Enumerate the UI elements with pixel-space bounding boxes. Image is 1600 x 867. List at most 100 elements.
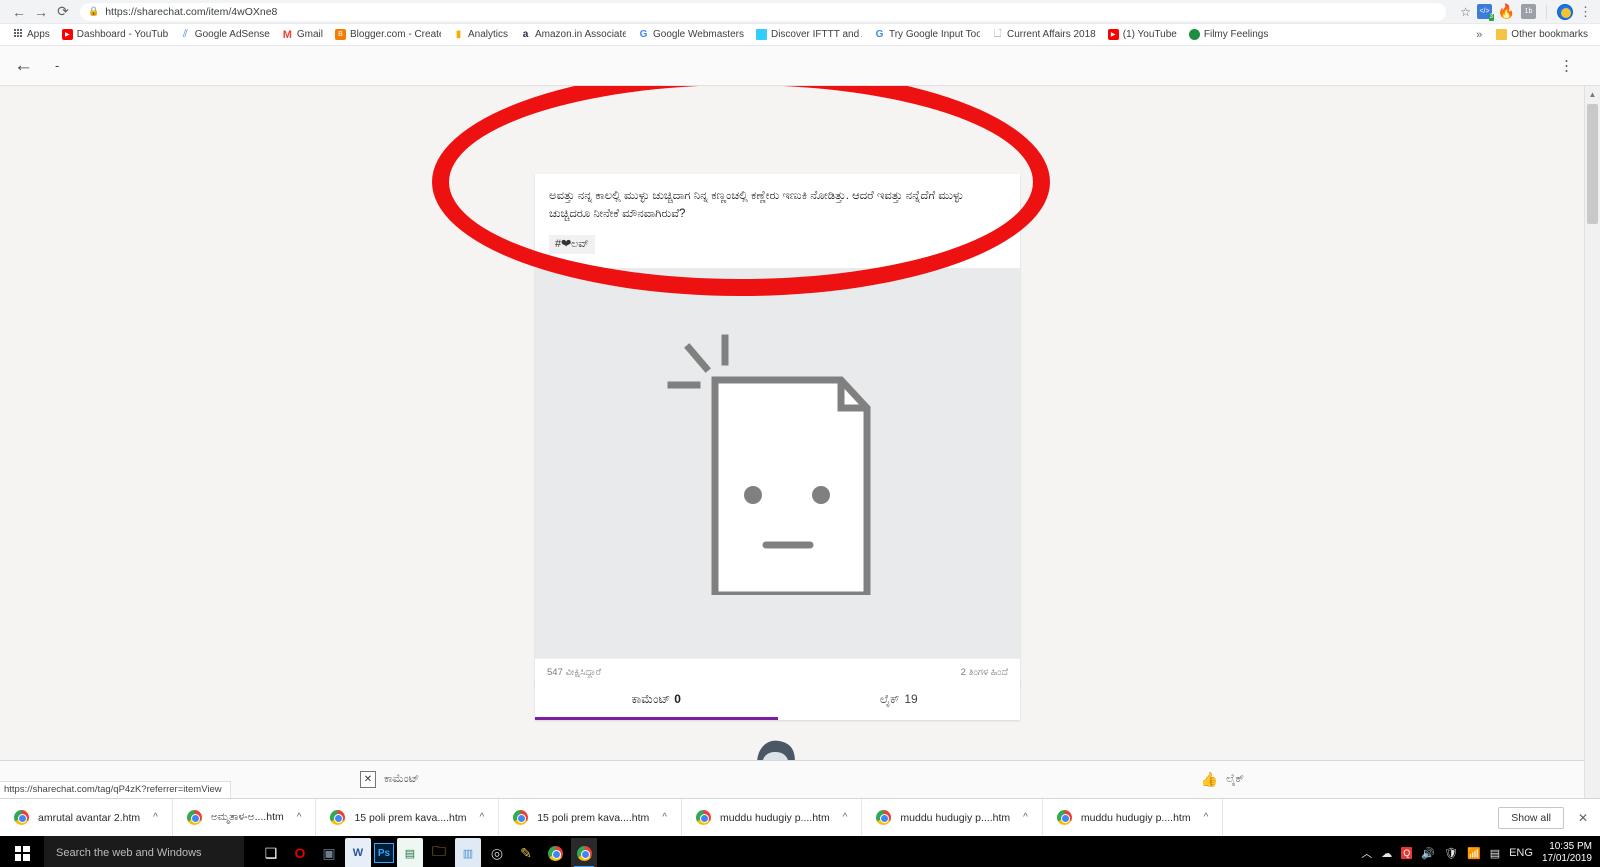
- word-icon[interactable]: W: [345, 838, 371, 867]
- download-name: 15 poli prem kava....htm: [354, 811, 467, 824]
- download-item[interactable]: amrutal avantar 2.htm ^: [0, 799, 173, 836]
- reload-icon[interactable]: ⟳: [52, 2, 74, 22]
- tab-comments[interactable]: ಕಾಮೆಂಟ್ 0: [535, 678, 778, 720]
- taskbar-search-input[interactable]: Search the web and Windows: [44, 836, 244, 867]
- chevron-up-icon[interactable]: ^: [1204, 812, 1209, 823]
- profile-avatar-icon[interactable]: [1557, 3, 1573, 20]
- download-shelf-controls: Show all ✕: [1498, 806, 1600, 829]
- chevron-double-right-icon[interactable]: »: [1468, 29, 1490, 41]
- scroll-up-arrow-icon[interactable]: ▲: [1585, 86, 1600, 102]
- close-icon[interactable]: ✕: [1578, 811, 1588, 825]
- app-icon[interactable]: ▣: [316, 838, 342, 867]
- clock-date: 17/01/2019: [1541, 853, 1592, 864]
- bookmark-label: Amazon.in Associates: [535, 29, 626, 40]
- chevron-up-icon[interactable]: ^: [1023, 812, 1028, 823]
- thumbs-up-icon: 👍: [1200, 771, 1219, 787]
- tray-expand-icon[interactable]: ︿: [1361, 845, 1372, 861]
- search-tray-icon[interactable]: Q: [1401, 847, 1413, 859]
- photoshop-icon[interactable]: Ps: [374, 843, 394, 863]
- download-item[interactable]: ಅಮ್ಮತಾಳ-ಅ....htm ^: [173, 799, 317, 836]
- bookmark-item-8[interactable]: G Try Google Input Tool: [868, 29, 986, 40]
- forward-arrow-icon[interactable]: →: [30, 2, 52, 22]
- star-icon[interactable]: ☆: [1460, 5, 1471, 19]
- page-back-arrow-icon[interactable]: ←: [14, 56, 33, 75]
- windows-start-icon[interactable]: [0, 836, 44, 867]
- post-time-ago: 2 ತಿಂಗಳ ಹಿಂದೆ: [960, 666, 1008, 678]
- bookmark-item-2[interactable]: M Gmail: [276, 29, 329, 40]
- bookmark-label: Gmail: [296, 29, 323, 40]
- chrome-active-icon[interactable]: [571, 838, 597, 867]
- bookmark-label: Google AdSense: [194, 29, 270, 40]
- chevron-up-icon[interactable]: ^: [662, 812, 667, 823]
- comment-button[interactable]: ✕ ಕಾಮೆಂಟ್: [360, 771, 419, 788]
- bookmark-label: Discover IFTTT and A: [770, 29, 862, 40]
- address-bar[interactable]: 🔒 https://sharechat.com/item/4wOXne8: [80, 2, 1447, 21]
- system-tray: ︿ ☁ Q 🔊 🛡 📶 ▤ ENG 10:35 PM 17/01/2019: [1361, 841, 1600, 866]
- bookmark-item-7[interactable]: Discover IFTTT and A: [750, 29, 868, 40]
- chevron-up-icon[interactable]: ^: [153, 812, 158, 823]
- language-indicator[interactable]: ENG: [1509, 847, 1533, 859]
- download-item[interactable]: muddu hudugiy p....htm ^: [682, 799, 863, 836]
- taskbar-clock[interactable]: 10:35 PM 17/01/2019: [1542, 841, 1592, 866]
- chevron-up-icon[interactable]: ^: [843, 812, 848, 823]
- chrome-icon[interactable]: [542, 838, 568, 867]
- bookmark-item-9[interactable]: 🗋 Current Affairs 2018: [986, 29, 1102, 40]
- page-viewport: ಅವತ್ತು ನನ್ನ ಕಾಲಲ್ಲಿ ಮುಳ್ಳು ಚುಚ್ಚಿದಾಗ ನಿನ…: [0, 86, 1600, 798]
- camera-icon[interactable]: ◎: [484, 838, 510, 867]
- bookmark-item-4[interactable]: ▮ Analytics: [447, 29, 514, 40]
- download-item[interactable]: 15 poli prem kava....htm ^: [499, 799, 682, 836]
- download-item[interactable]: 15 poli prem kava....htm ^: [316, 799, 500, 836]
- gmail-icon: M: [282, 29, 292, 40]
- bookmark-item-11[interactable]: Filmy Feelings: [1183, 29, 1274, 40]
- bookmark-item-10[interactable]: ▶ (1) YouTube: [1102, 29, 1183, 40]
- volume-icon[interactable]: 🔊: [1421, 847, 1435, 860]
- like-button-label: ಲೈಕ್: [1226, 773, 1244, 785]
- code-extension-icon[interactable]: </> 3: [1477, 4, 1494, 21]
- bookmark-item-1[interactable]: ⫽ Google AdSense: [174, 29, 276, 40]
- download-item[interactable]: muddu hudugiy p....htm ^: [1043, 799, 1224, 836]
- post-views: 547 ವೀಕ್ಷಿಸಿದ್ದಾರೆ: [547, 666, 602, 678]
- analytics-icon: ▮: [455, 29, 462, 40]
- onedrive-icon[interactable]: ☁: [1381, 847, 1392, 860]
- bookmark-label: Blogger.com - Create: [349, 29, 441, 40]
- bookmark-item-3[interactable]: B Blogger.com - Create: [329, 29, 447, 40]
- network-icon[interactable]: 📶: [1467, 847, 1481, 860]
- post-action-bar: ✕ ಕಾಮೆಂಟ್ 👍 ಲೈಕ್: [0, 760, 1584, 798]
- news-app-icon[interactable]: ▥: [455, 838, 481, 867]
- kebab-menu-icon[interactable]: ⋮: [1579, 4, 1592, 20]
- download-name: muddu hudugiy p....htm: [1080, 811, 1191, 824]
- bookmark-item-0[interactable]: ▶ Dashboard - YouTube: [56, 29, 174, 40]
- show-all-downloads-button[interactable]: Show all: [1498, 806, 1564, 829]
- chevron-up-icon[interactable]: ^: [480, 812, 485, 823]
- paint-icon[interactable]: ✎: [513, 838, 539, 867]
- status-bar-url: https://sharechat.com/tag/qP4zK?referrer…: [0, 781, 231, 798]
- scrollbar-thumb[interactable]: [1587, 104, 1598, 224]
- onebox-extension-icon[interactable]: 1b: [1521, 4, 1536, 19]
- excel-icon[interactable]: ▤: [397, 838, 423, 867]
- taskbar-search-placeholder: Search the web and Windows: [56, 847, 202, 859]
- post-hashtag[interactable]: #❤ಲವ್: [549, 234, 595, 254]
- bookmark-item-5[interactable]: a Amazon.in Associates: [514, 29, 632, 40]
- other-bookmarks-folder[interactable]: Other bookmarks: [1490, 29, 1594, 40]
- chevron-up-icon[interactable]: ^: [297, 812, 302, 823]
- bookmark-apps[interactable]: Apps: [6, 29, 56, 40]
- chrome-file-icon: [186, 810, 202, 825]
- google-icon: G: [639, 29, 648, 40]
- toolbar-divider: [1546, 4, 1547, 19]
- download-item[interactable]: muddu hudugiy p....htm ^: [862, 799, 1043, 836]
- notification-icon[interactable]: ▤: [1490, 847, 1500, 860]
- page-kebab-menu-icon[interactable]: ⋮: [1559, 58, 1574, 73]
- bookmark-item-6[interactable]: G Google Webmasters: [632, 29, 750, 40]
- back-arrow-icon[interactable]: ←: [8, 2, 30, 22]
- tab-likes[interactable]: ಲೈಕ್ 19: [778, 678, 1021, 720]
- download-name: amrutal avantar 2.htm: [38, 811, 141, 824]
- file-explorer-icon[interactable]: 🗀: [426, 838, 452, 867]
- firebase-extension-icon[interactable]: 🔥: [1498, 3, 1515, 19]
- security-icon[interactable]: 🛡: [1444, 847, 1458, 860]
- opera-icon[interactable]: O: [287, 838, 313, 867]
- tab-likes-count: 19: [904, 692, 918, 706]
- like-button[interactable]: 👍 ಲೈಕ್: [1201, 771, 1244, 788]
- tab-comments-count: 0: [674, 692, 681, 706]
- task-view-icon[interactable]: ❑: [258, 838, 284, 867]
- vertical-scrollbar[interactable]: ▲: [1584, 86, 1600, 798]
